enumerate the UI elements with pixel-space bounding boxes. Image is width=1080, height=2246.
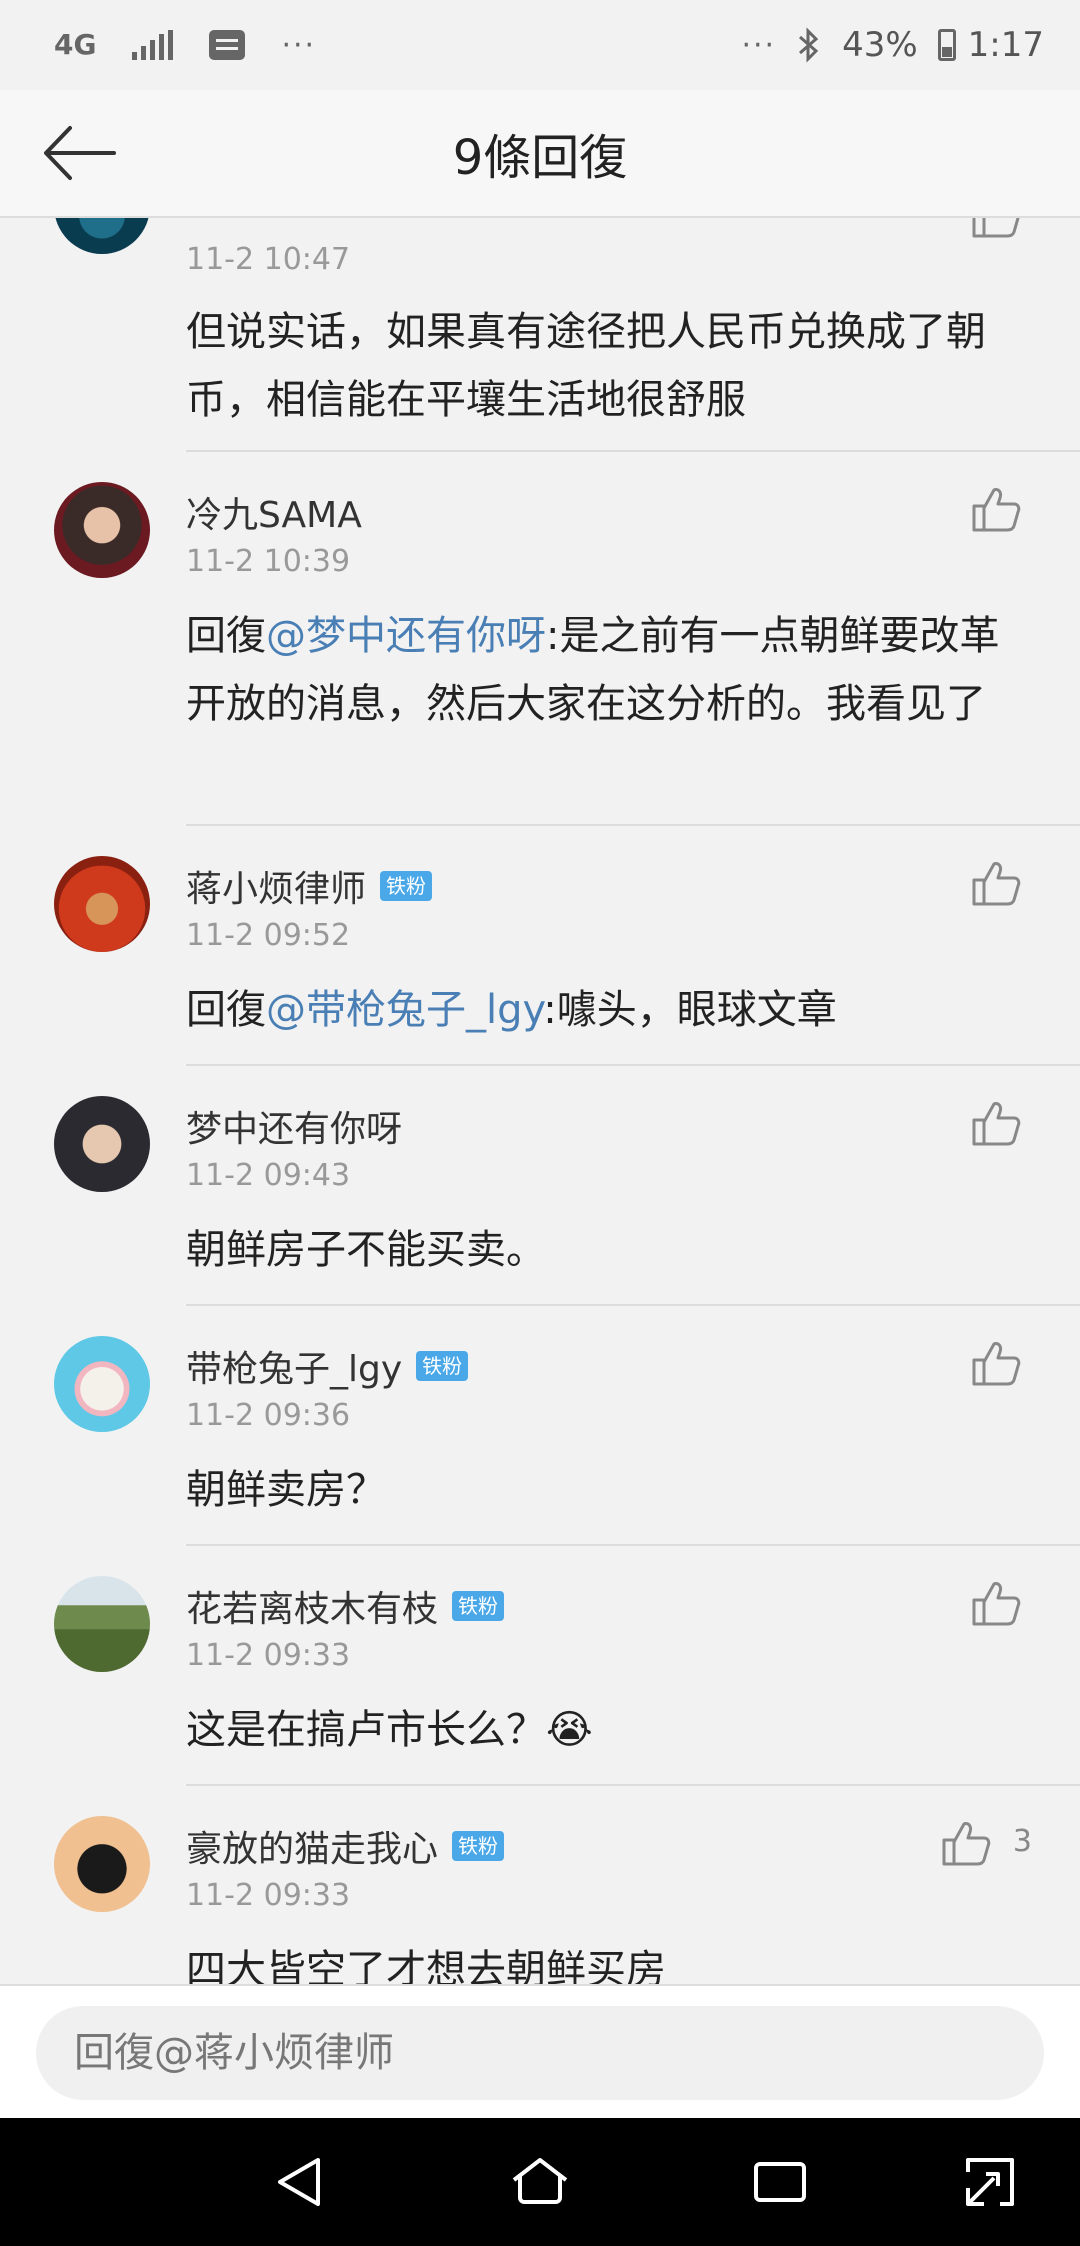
comment-text: 四大皆空了才想去朝鲜买房 (186, 1947, 666, 1984)
comment-time: 11-2 10:39 (186, 544, 351, 579)
back-arrow-icon[interactable] (40, 120, 120, 186)
more-notifications-icon: ··· (281, 27, 317, 63)
commenter-name[interactable]: 带枪兔子_lgy 铁粉 (186, 1340, 469, 1392)
thumbs-up-icon[interactable] (970, 484, 1022, 534)
mention-link[interactable]: @梦中还有你呀 (266, 613, 546, 659)
comment-item[interactable]: 豪放的猫走我心 铁粉 3 11-2 09:33 四大皆空了才想去朝鲜买房 (0, 1786, 1080, 1984)
network-type: 4G (54, 28, 97, 61)
comment-text: 回復@梦中还有你呀:是之前有一点朝鲜要改革开放的消息，然后大家在这分析的。我看见… (186, 613, 1000, 727)
fan-badge: 铁粉 (416, 1351, 469, 1381)
comment-item[interactable]: 冷九SAMA 11-2 10:39 回復@梦中还有你呀:是之前有一点朝鲜要改革开… (0, 452, 1080, 826)
avatar[interactable] (54, 1576, 150, 1672)
comment-time: 11-2 09:43 (186, 1158, 351, 1193)
fan-badge: 铁粉 (452, 1831, 505, 1861)
commenter-name[interactable]: 花若离枝木有枝 铁粉 (186, 1580, 505, 1632)
back-icon[interactable] (270, 2152, 330, 2212)
comment-item[interactable]: 蒋小烦律师 铁粉 11-2 09:52 回復@带枪兔子_lgy:噱头，眼球文章 (0, 826, 1080, 1066)
comment-text: 但说实话，如果真有途径把人民币兑换成了朝币，相信能在平壤生活地很舒服 (186, 309, 986, 423)
mention-link[interactable]: @带枪兔子_lgy (266, 987, 543, 1033)
signal-icon (132, 30, 174, 60)
clock: 1:17 (967, 25, 1044, 65)
comment-time: 11-2 09:52 (186, 918, 351, 953)
nav-bar: 9條回復 (0, 90, 1080, 218)
comment-item[interactable]: 带枪兔子_lgy 铁粉 11-2 09:36 朝鲜卖房？ (0, 1306, 1080, 1546)
message-notification-icon (209, 30, 246, 60)
status-bar: 4G ··· ··· 43% 1:17 (0, 0, 1080, 90)
system-nav-bar (0, 2118, 1080, 2246)
thumbs-up-icon[interactable] (940, 1818, 992, 1868)
comment-text: 这是在搞卢市长么？😭 (186, 1707, 593, 1753)
thumbs-up-icon[interactable] (970, 218, 1022, 240)
bluetooth-icon (799, 27, 819, 63)
avatar[interactable] (54, 218, 150, 254)
battery-icon (937, 29, 956, 61)
thumbs-up-icon[interactable] (970, 1338, 1022, 1388)
comment-time: 11-2 10:47 (186, 242, 351, 277)
commenter-name[interactable]: 冷九SAMA (186, 486, 362, 538)
comment-time: 11-2 09:33 (186, 1638, 351, 1673)
avatar[interactable] (54, 856, 150, 952)
home-icon[interactable] (510, 2152, 570, 2212)
avatar[interactable] (54, 482, 150, 578)
reply-bar (0, 1984, 1080, 2118)
battery-percent: 43% (842, 25, 918, 65)
comment-time: 11-2 09:36 (186, 1398, 351, 1433)
reply-input[interactable] (36, 2006, 1044, 2100)
recent-apps-icon[interactable] (750, 2152, 810, 2212)
comment-item[interactable]: 11-2 10:47 但说实话，如果真有途径把人民币兑换成了朝币，相信能在平壤生… (0, 218, 1080, 452)
comment-text: 朝鲜卖房？ (186, 1467, 386, 1513)
thumbs-up-icon[interactable] (970, 1098, 1022, 1148)
comment-time: 11-2 09:33 (186, 1878, 351, 1913)
fan-badge: 铁粉 (452, 1591, 505, 1621)
fan-badge: 铁粉 (380, 871, 433, 901)
comment-list[interactable]: 11-2 10:47 但说实话，如果真有途径把人民币兑换成了朝币，相信能在平壤生… (0, 218, 1080, 1984)
thumbs-up-icon[interactable] (970, 858, 1022, 908)
comment-text: 回復@带枪兔子_lgy:噱头，眼球文章 (186, 987, 837, 1033)
avatar[interactable] (54, 1336, 150, 1432)
like-count: 3 (1012, 1824, 1032, 1859)
comment-text: 朝鲜房子不能买卖。 (186, 1227, 546, 1273)
more-status-icon: ··· (741, 27, 777, 63)
avatar[interactable] (54, 1816, 150, 1912)
avatar[interactable] (54, 1096, 150, 1192)
comment-item[interactable]: 花若离枝木有枝 铁粉 11-2 09:33 这是在搞卢市长么？😭 (0, 1546, 1080, 1786)
comment-item[interactable]: 梦中还有你呀 11-2 09:43 朝鲜房子不能买卖。 (0, 1066, 1080, 1306)
commenter-name[interactable]: 梦中还有你呀 (186, 1100, 402, 1152)
commenter-name[interactable]: 豪放的猫走我心 铁粉 (186, 1820, 505, 1872)
page-title: 9條回復 (452, 130, 628, 186)
thumbs-up-icon[interactable] (970, 1578, 1022, 1628)
expand-icon[interactable] (960, 2152, 1020, 2212)
commenter-name[interactable]: 蒋小烦律师 铁粉 (186, 860, 433, 912)
